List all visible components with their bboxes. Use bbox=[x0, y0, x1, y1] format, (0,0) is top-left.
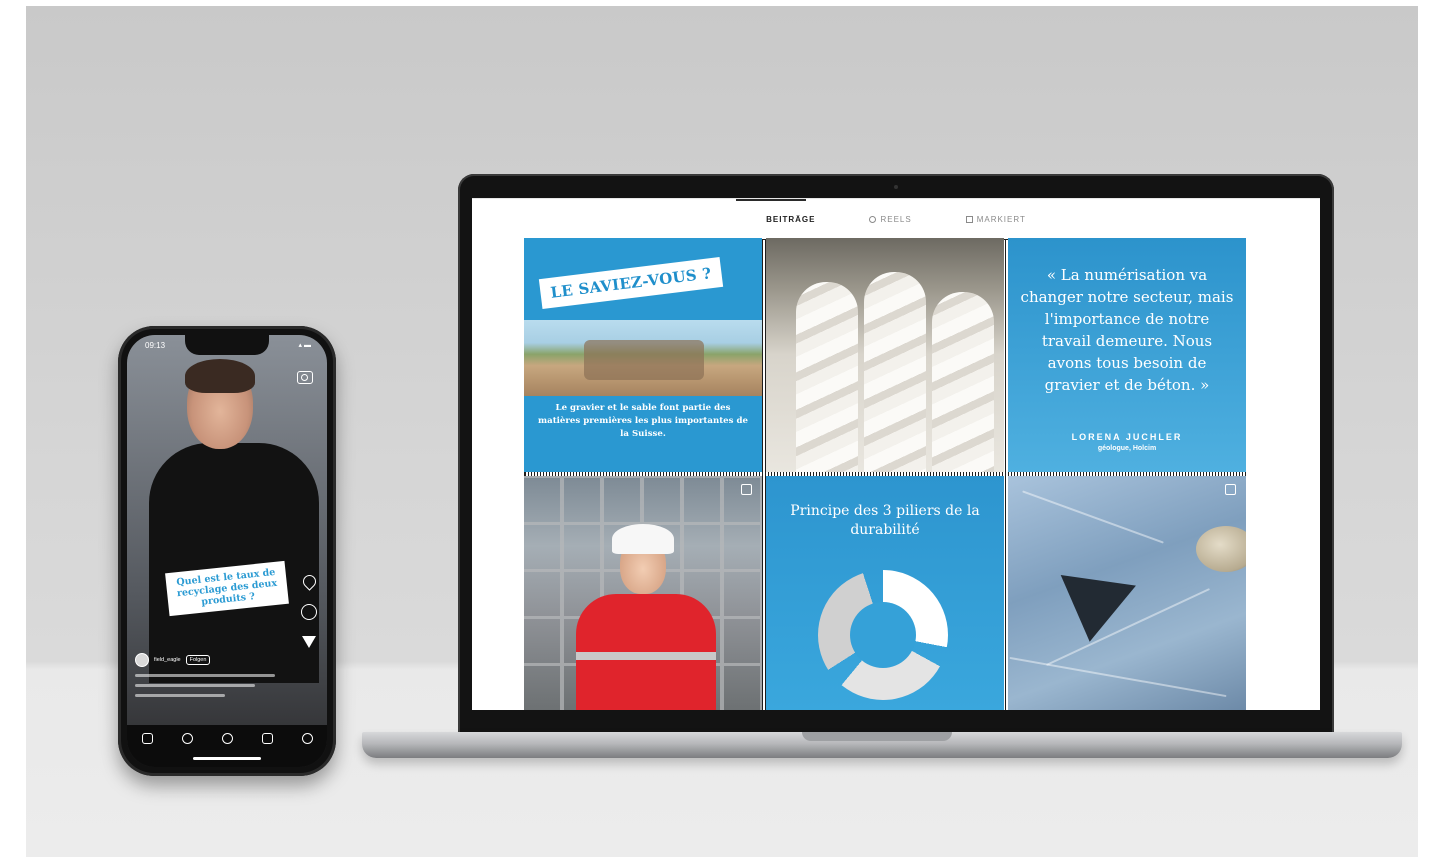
post-caption: Le gravier et le sable font partie des m… bbox=[538, 403, 748, 439]
frost-crystal bbox=[1052, 575, 1136, 647]
search-icon[interactable] bbox=[181, 733, 193, 744]
home-icon[interactable] bbox=[141, 733, 153, 744]
reel-username[interactable]: field_eagle bbox=[154, 657, 181, 663]
quote-role: géologue, Holcim bbox=[1097, 445, 1157, 452]
lid-opening-notch bbox=[802, 732, 952, 741]
quote-author: LORENA JUCHLER bbox=[1071, 432, 1183, 442]
instagram-profile-grid-view: BEITRÄGE REELS MARKIERT LE SAVIEZ-VOUS ?… bbox=[472, 198, 1320, 710]
like-icon[interactable] bbox=[299, 572, 319, 591]
ice-crack bbox=[1009, 656, 1227, 698]
camera-icon[interactable] bbox=[297, 371, 313, 384]
quote-text: « La numérisation va changer notre secte… bbox=[1020, 266, 1234, 394]
post-title: Principe des 3 piliers de la durabilité bbox=[790, 503, 980, 538]
post-quote[interactable]: « La numérisation va changer notre secte… bbox=[1008, 238, 1246, 472]
tab-reels[interactable]: REELS bbox=[869, 215, 911, 224]
post-3d-printed-columns[interactable] bbox=[766, 238, 1004, 472]
tab-label: MARKIERT bbox=[976, 214, 1026, 224]
active-tab-indicator bbox=[736, 199, 806, 201]
post-worker-photo[interactable] bbox=[524, 476, 762, 710]
profile-tabs: BEITRÄGE REELS MARKIERT bbox=[472, 198, 1320, 710]
helmet bbox=[612, 524, 674, 554]
reels-icon bbox=[869, 215, 877, 223]
reflective-stripe bbox=[576, 652, 716, 660]
post-sustainability-pillars[interactable]: Principe des 3 piliers de la durabilité bbox=[766, 476, 1004, 710]
tab-label: REELS bbox=[880, 214, 912, 224]
reel-caption-line bbox=[135, 674, 275, 677]
add-icon[interactable] bbox=[221, 733, 233, 744]
share-icon[interactable] bbox=[302, 636, 316, 648]
avatar[interactable] bbox=[135, 653, 149, 667]
status-time: 09:13 bbox=[145, 341, 166, 350]
carousel-icon bbox=[1225, 484, 1236, 495]
cycle-diagram bbox=[818, 570, 948, 700]
tagged-icon bbox=[965, 215, 973, 223]
reel-meta: field_eagle Folgen bbox=[135, 653, 285, 697]
ice-crack bbox=[1022, 490, 1164, 544]
gravel-pit-illustration bbox=[524, 320, 762, 396]
laptop: BEITRÄGE REELS MARKIERT LE SAVIEZ-VOUS ?… bbox=[458, 174, 1334, 736]
reel-view[interactable]: 09:13 ▴ ▬ Quel est le taux de recyclage … bbox=[127, 335, 327, 767]
reel-audio-line bbox=[135, 694, 225, 697]
phone-notch bbox=[185, 335, 269, 355]
stone bbox=[1196, 526, 1246, 572]
printed-column bbox=[932, 292, 994, 472]
reels-icon[interactable] bbox=[261, 733, 273, 744]
person-torso bbox=[149, 443, 319, 683]
bottom-nav bbox=[127, 725, 327, 767]
post-ice-texture[interactable] bbox=[1008, 476, 1246, 710]
printed-column bbox=[796, 282, 858, 472]
device-mockup-scene: 09:13 ▴ ▬ Quel est le taux de recyclage … bbox=[26, 6, 1418, 857]
tab-tagged[interactable]: MARKIERT bbox=[965, 214, 1026, 224]
person-hair bbox=[185, 359, 255, 393]
pit-shape bbox=[584, 340, 704, 380]
carousel-icon bbox=[741, 484, 752, 495]
status-icons: ▴ ▬ bbox=[298, 342, 311, 349]
laptop-base bbox=[362, 732, 1402, 758]
webcam bbox=[894, 185, 898, 189]
home-indicator bbox=[193, 757, 261, 760]
smartphone: 09:13 ▴ ▬ Quel est le taux de recyclage … bbox=[118, 326, 336, 776]
post-badge: LE SAVIEZ-VOUS ? bbox=[538, 257, 724, 309]
follow-button[interactable]: Folgen bbox=[185, 655, 211, 665]
post-did-you-know[interactable]: LE SAVIEZ-VOUS ? Le gravier et le sable … bbox=[524, 238, 762, 472]
reel-actions bbox=[299, 572, 319, 664]
printed-column bbox=[864, 272, 926, 472]
tab-label: BEITRÄGE bbox=[766, 214, 816, 224]
reel-caption-line bbox=[135, 684, 255, 687]
profile-icon[interactable] bbox=[301, 733, 313, 744]
reel-user-row: field_eagle Folgen bbox=[135, 653, 285, 667]
comment-icon[interactable] bbox=[301, 604, 317, 620]
tab-posts[interactable]: BEITRÄGE bbox=[524, 214, 1246, 710]
post-grid: LE SAVIEZ-VOUS ? Le gravier et le sable … bbox=[524, 238, 1246, 710]
